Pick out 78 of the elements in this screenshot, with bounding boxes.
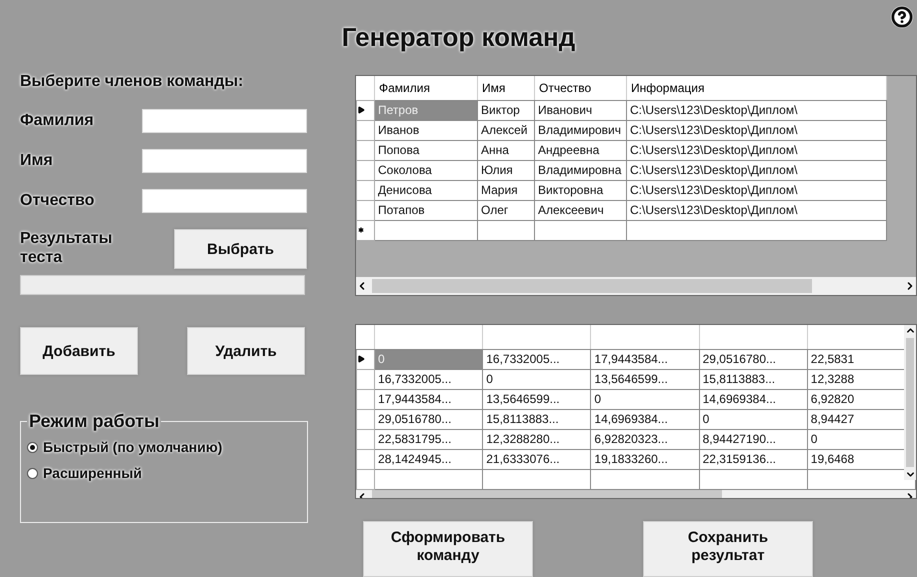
- delete-button[interactable]: Удалить: [187, 327, 305, 375]
- window-title: Генератор команд: [342, 22, 576, 53]
- table-cell: Алексеевич: [534, 200, 626, 220]
- group-legend: Режим работы: [27, 411, 162, 432]
- current-row-icon: [357, 355, 365, 363]
- table-cell: C:\Users\123\Desktop\Диплом\: [626, 160, 886, 180]
- radio-icon[interactable]: [27, 442, 38, 452]
- table-cell: Иванович: [534, 100, 626, 120]
- radio-option[interactable]: Расширенный: [27, 460, 301, 486]
- radio-option[interactable]: Быстрый (по умолчанию): [27, 434, 301, 460]
- column-header[interactable]: Фамилия: [374, 76, 478, 100]
- table-cell: 6,92820323...: [590, 429, 700, 449]
- input-field[interactable]: [142, 109, 307, 133]
- column-header[interactable]: Имя: [478, 76, 534, 100]
- table-cell: 0: [482, 369, 591, 389]
- table-cell: 14,6969384...: [699, 389, 808, 409]
- table-cell: 22,5831795...: [374, 429, 483, 449]
- radio-icon[interactable]: [27, 468, 38, 478]
- table-cell: Петров: [374, 100, 478, 120]
- table-cell: 29,0516780...: [374, 409, 483, 429]
- table-cell: Андреевна: [534, 140, 626, 160]
- current-row-icon: [357, 106, 365, 114]
- table-cell: C:\Users\123\Desktop\Диплом\: [626, 140, 886, 160]
- table-cell: 16,7332005...: [482, 349, 591, 369]
- save-result-button[interactable]: Сохранить результат: [643, 521, 813, 577]
- field-label: Результаты теста: [20, 229, 114, 268]
- table-cell: C:\Users\123\Desktop\Диплом\: [626, 100, 886, 120]
- field-label: Имя: [20, 152, 53, 170]
- table-cell: C:\Users\123\Desktop\Диплом\: [626, 200, 886, 220]
- table-cell: 15,8113883...: [482, 409, 591, 429]
- table-cell: Денисова: [374, 180, 478, 200]
- table-cell: Викторовна: [534, 180, 626, 200]
- add-button[interactable]: Добавить: [20, 327, 138, 375]
- input-field[interactable]: [142, 189, 307, 213]
- field-label: Отчество: [20, 192, 94, 210]
- table-cell: 16,7332005...: [374, 369, 483, 389]
- table-cell: Потапов: [374, 200, 478, 220]
- table-cell: 19,1833260...: [590, 449, 700, 469]
- table-cell: Владимирович: [534, 120, 626, 140]
- table-cell: 29,0516780...: [699, 349, 808, 369]
- table-cell: 14,6969384...: [590, 409, 700, 429]
- column-header[interactable]: Отчество: [534, 76, 626, 100]
- table-cell: Мария: [478, 180, 534, 200]
- table-cell: C:\Users\123\Desktop\Диплом\: [626, 120, 886, 140]
- table-cell: 17,9443584...: [374, 389, 483, 409]
- table-cell: 22,3159136...: [699, 449, 808, 469]
- new-row-icon: [357, 226, 365, 234]
- table-cell: 17,9443584...: [590, 349, 700, 369]
- table-cell: 15,8113883...: [699, 369, 808, 389]
- vertical-scrollbar[interactable]: [904, 325, 916, 480]
- table-cell: C:\Users\123\Desktop\Диплом\: [626, 180, 886, 200]
- choose-button[interactable]: Выбрать: [174, 229, 307, 269]
- table-cell: 0: [374, 349, 483, 369]
- help-icon[interactable]: [891, 6, 913, 28]
- horizontal-scrollbar[interactable]: [356, 277, 916, 295]
- table-cell: 21,6333076...: [482, 449, 591, 469]
- table-cell: Виктор: [478, 100, 534, 120]
- table-cell: 13,5646599...: [482, 389, 591, 409]
- table-cell: Алексей: [478, 120, 534, 140]
- table-cell: 13,5646599...: [590, 369, 700, 389]
- table-cell: 28,1424945...: [374, 449, 483, 469]
- section-heading: Выберите членов команды:: [20, 73, 244, 91]
- table-cell: Владимировна: [534, 160, 626, 180]
- table-cell: Соколова: [374, 160, 478, 180]
- form-team-button[interactable]: Сформировать команду: [363, 521, 533, 577]
- column-header[interactable]: Информация: [626, 76, 886, 100]
- table-cell: 0: [699, 409, 808, 429]
- table-cell: Олег: [478, 200, 534, 220]
- input-field[interactable]: [20, 275, 305, 295]
- table-cell: 12,3288280...: [482, 429, 591, 449]
- table-cell: 0: [590, 389, 700, 409]
- table-cell: 8,94427190...: [699, 429, 808, 449]
- table-cell: Попова: [374, 140, 478, 160]
- input-field[interactable]: [142, 149, 307, 173]
- table-cell: Юлия: [478, 160, 534, 180]
- table-cell: Анна: [478, 140, 534, 160]
- field-label: Фамилия: [20, 112, 94, 130]
- table-cell: Иванов: [374, 120, 478, 140]
